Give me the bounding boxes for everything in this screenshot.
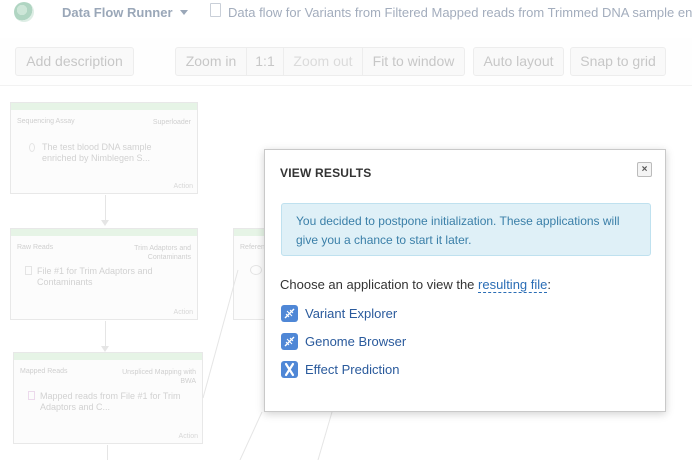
app-label[interactable]: Effect Prediction bbox=[305, 362, 399, 377]
dna-icon bbox=[281, 332, 298, 350]
dna-icon bbox=[281, 304, 298, 322]
app-effect-prediction[interactable]: Effect Prediction bbox=[281, 360, 399, 378]
choose-app-text: Choose an application to view the result… bbox=[280, 277, 552, 293]
dialog-title: VIEW RESULTS bbox=[280, 166, 372, 180]
app-genome-browser[interactable]: Genome Browser bbox=[281, 332, 406, 350]
view-results-dialog: VIEW RESULTS × You decided to postpone i… bbox=[264, 149, 666, 412]
choose-prefix: Choose an application to view the bbox=[280, 277, 479, 292]
app-variant-explorer[interactable]: Variant Explorer bbox=[281, 304, 397, 322]
app-label[interactable]: Variant Explorer bbox=[305, 306, 397, 321]
resulting-file-link[interactable]: resulting file bbox=[478, 277, 548, 293]
choose-suffix: : bbox=[547, 277, 552, 292]
close-icon[interactable]: × bbox=[637, 162, 652, 177]
app-label[interactable]: Genome Browser bbox=[305, 334, 406, 349]
chromosome-icon bbox=[281, 360, 298, 378]
info-alert: You decided to postpone initialization. … bbox=[281, 203, 651, 256]
